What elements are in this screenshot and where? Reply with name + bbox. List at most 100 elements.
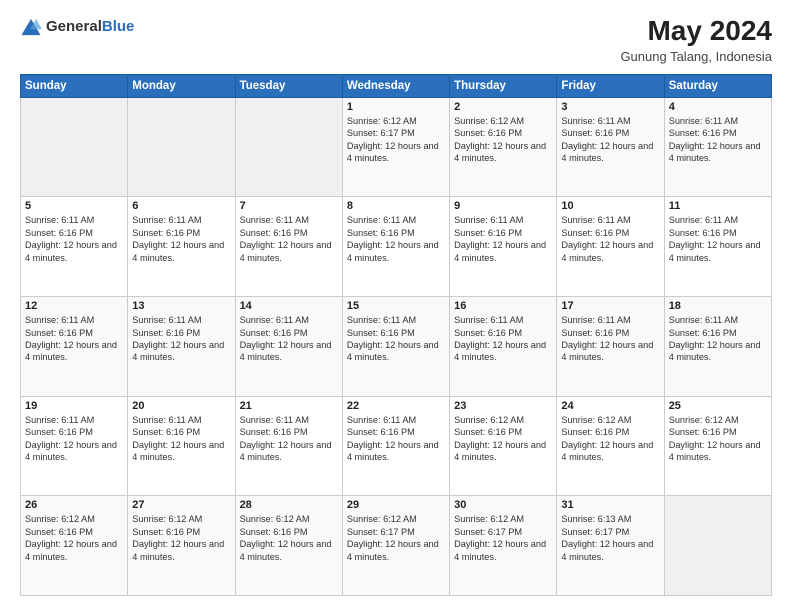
sunrise-text: Sunrise: 6:12 AM: [454, 116, 524, 126]
day-number: 12: [25, 300, 123, 312]
day-number: 1: [347, 101, 445, 113]
day-info: Sunrise: 6:12 AMSunset: 6:16 PMDaylight:…: [669, 414, 767, 464]
sunrise-text: Sunrise: 6:11 AM: [240, 315, 309, 325]
calendar-cell: 4Sunrise: 6:11 AMSunset: 6:16 PMDaylight…: [664, 97, 771, 197]
day-info: Sunrise: 6:11 AMSunset: 6:16 PMDaylight:…: [240, 314, 338, 364]
daylight-text: Daylight: 12 hours and 4 minutes.: [347, 240, 439, 262]
sunrise-text: Sunrise: 6:11 AM: [347, 315, 416, 325]
daylight-text: Daylight: 12 hours and 4 minutes.: [454, 440, 546, 462]
daylight-text: Daylight: 12 hours and 4 minutes.: [347, 141, 439, 163]
calendar-cell: 6Sunrise: 6:11 AMSunset: 6:16 PMDaylight…: [128, 197, 235, 297]
calendar-cell: 25Sunrise: 6:12 AMSunset: 6:16 PMDayligh…: [664, 396, 771, 496]
day-number: 2: [454, 101, 552, 113]
daylight-text: Daylight: 12 hours and 4 minutes.: [240, 440, 332, 462]
sunset-text: Sunset: 6:16 PM: [240, 228, 308, 238]
calendar-cell: 30Sunrise: 6:12 AMSunset: 6:17 PMDayligh…: [450, 496, 557, 596]
calendar-cell: 10 Sunrise: 6:11 AM Sunset: 6:16 PM Dayligh…: [557, 197, 664, 297]
sunset-text: Sunset: 6:16 PM: [561, 228, 629, 238]
calendar-cell: 15Sunrise: 6:11 AMSunset: 6:16 PMDayligh…: [342, 297, 449, 397]
weekday-header: Thursday: [450, 74, 557, 97]
day-info: Sunrise: 6:12 AMSunset: 6:16 PMDaylight:…: [454, 115, 552, 165]
day-info: Sunrise: 6:12 AMSunset: 6:17 PMDaylight:…: [347, 513, 445, 563]
calendar-cell: 21Sunrise: 6:11 AMSunset: 6:16 PMDayligh…: [235, 396, 342, 496]
day-info: Sunrise: 6:13 AMSunset: 6:17 PMDaylight:…: [561, 513, 659, 563]
day-info: Sunrise: 6:11 AMSunset: 6:16 PMDaylight:…: [347, 314, 445, 364]
sunrise-text: Sunrise: 6:11 AM: [561, 215, 630, 225]
sunrise-text: Sunrise: 6:11 AM: [669, 116, 738, 126]
day-info: Sunrise: 6:11 AM Sunset: 6:16 PM Daylight:…: [561, 214, 659, 264]
sunrise-text: Sunrise: 6:11 AM: [240, 215, 309, 225]
daylight-text: Daylight: 12 hours and 4 minutes.: [669, 240, 761, 262]
logo-blue: Blue: [102, 19, 135, 36]
sunset-text: Sunset: 6:16 PM: [669, 228, 737, 238]
day-info: Sunrise: 6:11 AMSunset: 6:16 PMDaylight:…: [132, 214, 230, 264]
logo-icon: [20, 16, 42, 38]
day-number: 10: [561, 200, 659, 212]
daylight-text: Daylight: 12 hours and 4 minutes.: [240, 539, 332, 561]
daylight-text: Daylight: 12 hours and 4 minutes.: [132, 440, 224, 462]
calendar-cell: 19Sunrise: 6:11 AMSunset: 6:16 PMDayligh…: [21, 396, 128, 496]
sunset-text: Sunset: 6:16 PM: [347, 328, 415, 338]
day-info: Sunrise: 6:11 AMSunset: 6:16 PMDaylight:…: [561, 314, 659, 364]
day-info: Sunrise: 6:11 AMSunset: 6:16 PMDaylight:…: [669, 314, 767, 364]
day-number: 30: [454, 499, 552, 511]
daylight-text: Daylight: 12 hours and 4 minutes.: [25, 539, 117, 561]
day-number: 20: [132, 400, 230, 412]
calendar-cell: 24Sunrise: 6:12 AMSunset: 6:16 PMDayligh…: [557, 396, 664, 496]
daylight-text: Daylight: 12 hours and 4 minutes.: [454, 340, 546, 362]
logo: General Blue: [20, 16, 134, 38]
calendar-cell: 13Sunrise: 6:11 AMSunset: 6:16 PMDayligh…: [128, 297, 235, 397]
day-number: 7: [240, 200, 338, 212]
daylight-text: Daylight: 12 hours and 4 minutes.: [561, 340, 653, 362]
day-number: 8: [347, 200, 445, 212]
calendar-header-row: SundayMondayTuesdayWednesdayThursdayFrid…: [21, 74, 772, 97]
calendar-cell: 22 Sunrise: 6:11 AMSunset: 6:16 PMDayligh…: [342, 396, 449, 496]
daylight-text: Daylight: 12 hours and 4 minutes.: [25, 440, 117, 462]
sunset-text: Sunset: 6:16 PM: [669, 328, 737, 338]
calendar-cell: 31Sunrise: 6:13 AMSunset: 6:17 PMDayligh…: [557, 496, 664, 596]
sunrise-text: Sunrise: 6:12 AM: [561, 415, 631, 425]
calendar-cell: 29Sunrise: 6:12 AMSunset: 6:17 PMDayligh…: [342, 496, 449, 596]
sunset-text: Sunset: 6:16 PM: [132, 328, 200, 338]
daylight-text: Daylight: 12 hours and 4 minutes.: [561, 240, 653, 262]
day-number: 16: [454, 300, 552, 312]
main-title: May 2024: [620, 16, 772, 47]
daylight-text: Daylight: 12 hours and 4 minutes.: [561, 141, 653, 163]
sunset-text: Sunset: 6:16 PM: [132, 427, 200, 437]
day-info: Sunrise: 6:11 AMSunset: 6:16 PMDaylight:…: [347, 414, 445, 464]
calendar-week-row: 12Sunrise: 6:11 AMSunset: 6:16 PMDayligh…: [21, 297, 772, 397]
day-info: Sunrise: 6:11 AMSunset: 6:16 PMDaylight:…: [454, 214, 552, 264]
subtitle: Gunung Talang, Indonesia: [620, 49, 772, 64]
calendar-cell: 9Sunrise: 6:11 AMSunset: 6:16 PMDaylight…: [450, 197, 557, 297]
sunrise-text: Sunrise: 6:13 AM: [561, 514, 631, 524]
calendar-cell: [128, 97, 235, 197]
sunrise-text: Sunrise: 6:11 AM: [25, 415, 94, 425]
sunset-text: Sunset: 6:16 PM: [240, 527, 308, 537]
day-number: 22: [347, 400, 445, 412]
sunrise-text: Sunrise: 6:11 AM: [669, 315, 738, 325]
sunrise-text: Sunrise: 6:11 AM: [347, 415, 416, 425]
sunrise-text: Sunrise: 6:12 AM: [132, 514, 202, 524]
calendar-cell: 1 Sunrise: 6:12 AMSunset: 6:17 PMDaylight…: [342, 97, 449, 197]
logo-text: General Blue: [46, 19, 134, 36]
sunset-text: Sunset: 6:16 PM: [132, 527, 200, 537]
sunrise-text: Sunrise: 6:12 AM: [454, 415, 524, 425]
calendar-cell: 11Sunrise: 6:11 AMSunset: 6:16 PMDayligh…: [664, 197, 771, 297]
daylight-text: Daylight: 12 hours and 4 minutes.: [25, 340, 117, 362]
daylight-text: Daylight: 12 hours and 4 minutes.: [454, 240, 546, 262]
weekday-header: Saturday: [664, 74, 771, 97]
calendar-cell: [235, 97, 342, 197]
day-number: 14: [240, 300, 338, 312]
sunrise-text: Sunrise: 6:11 AM: [25, 215, 94, 225]
calendar-cell: 27Sunrise: 6:12 AMSunset: 6:16 PMDayligh…: [128, 496, 235, 596]
weekday-header: Friday: [557, 74, 664, 97]
day-info: Sunrise: 6:12 AMSunset: 6:17 PMDaylight:…: [347, 115, 445, 165]
daylight-text: Daylight: 12 hours and 4 minutes.: [25, 240, 117, 262]
sunset-text: Sunset: 6:17 PM: [454, 527, 522, 537]
day-number: 19: [25, 400, 123, 412]
daylight-text: Daylight: 12 hours and 4 minutes.: [347, 440, 439, 462]
daylight-text: Daylight: 12 hours and 4 minutes.: [132, 240, 224, 262]
daylight-text: Daylight: 12 hours and 4 minutes.: [240, 240, 332, 262]
calendar-cell: 20Sunrise: 6:11 AMSunset: 6:16 PMDayligh…: [128, 396, 235, 496]
calendar-cell: 7 Sunrise: 6:11 AM Sunset: 6:16 PM Daylight…: [235, 197, 342, 297]
